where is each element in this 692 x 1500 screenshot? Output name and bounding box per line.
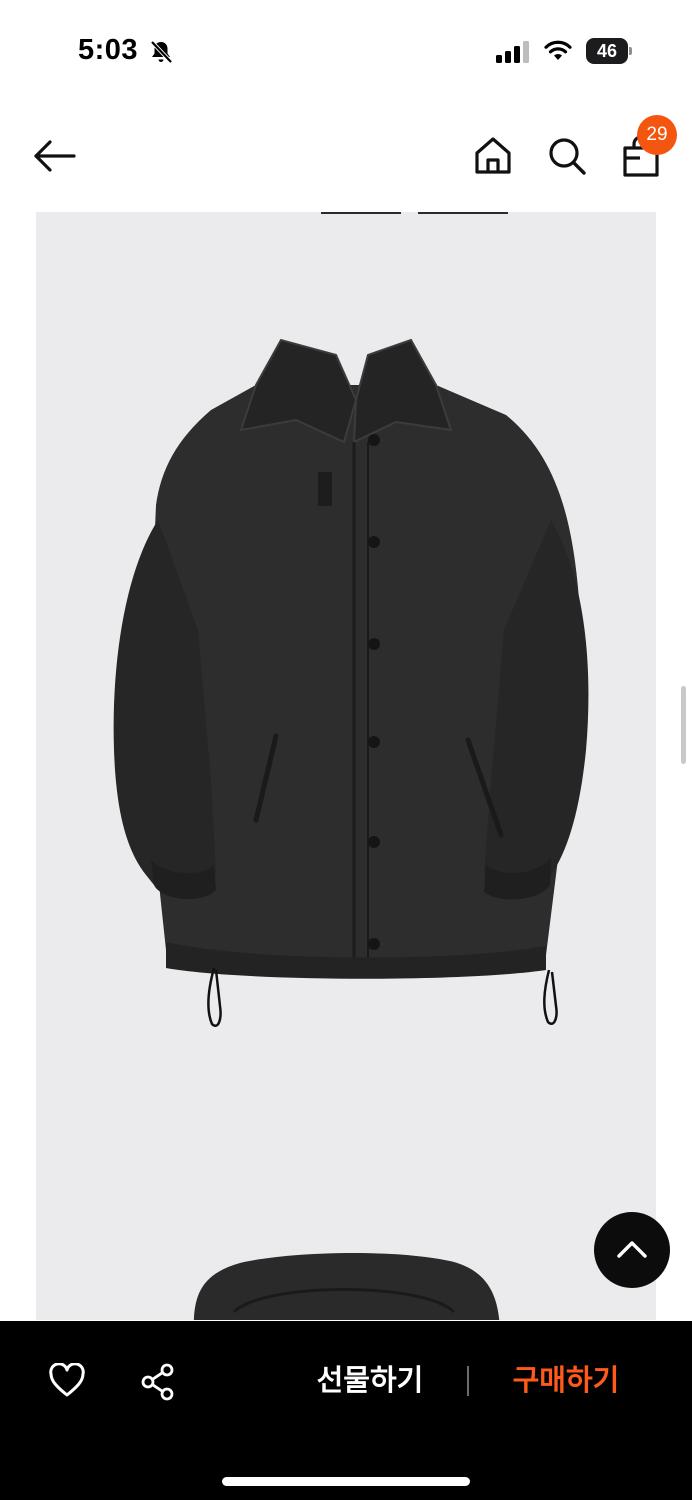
back-arrow-icon[interactable] <box>30 138 78 174</box>
gift-button[interactable]: 선물하기 <box>300 1361 440 1401</box>
gallery-tab-indicator <box>321 212 401 214</box>
cart-count-badge: 29 <box>637 115 677 155</box>
bottom-action-bar: 선물하기 구매하기 <box>0 1321 692 1500</box>
app-header <box>0 100 692 212</box>
product-image-gallery[interactable] <box>36 212 656 1320</box>
home-indicator <box>222 1477 470 1486</box>
chevron-up-icon <box>617 1241 647 1258</box>
battery-icon: 46 <box>586 38 632 64</box>
buy-button[interactable]: 구매하기 <box>496 1361 636 1401</box>
cellular-signal-icon <box>496 41 529 63</box>
scroll-to-top-button[interactable] <box>594 1212 670 1288</box>
battery-level: 46 <box>596 41 618 61</box>
wifi-icon <box>544 40 572 60</box>
heart-icon[interactable] <box>48 1363 86 1399</box>
button-divider <box>467 1366 469 1396</box>
product-image-next <box>193 1253 500 1320</box>
share-icon[interactable] <box>140 1363 176 1401</box>
status-bar: 5:03 46 <box>0 0 692 100</box>
bell-slash-icon <box>150 40 173 64</box>
search-icon[interactable] <box>545 134 589 178</box>
product-image-jacket <box>113 338 589 1027</box>
status-time: 5:03 <box>78 34 139 66</box>
gallery-tab-indicator <box>418 212 508 214</box>
page-scrollbar[interactable] <box>681 686 686 764</box>
home-icon[interactable] <box>472 134 514 176</box>
